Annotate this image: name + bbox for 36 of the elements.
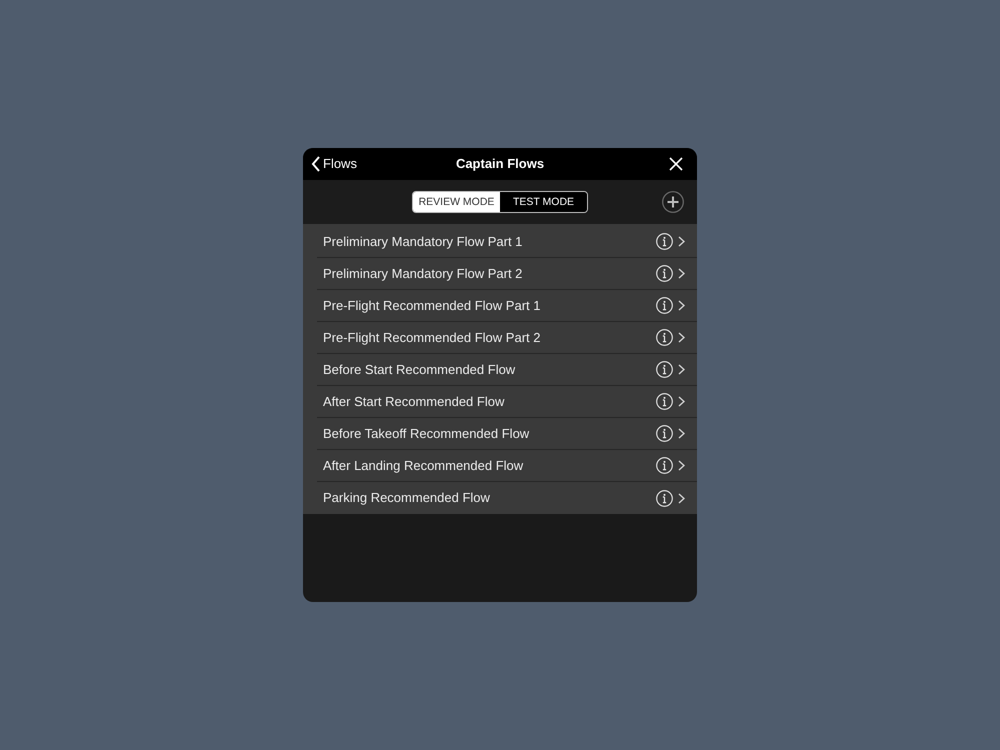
info-icon[interactable] (656, 329, 673, 346)
chevron-right-icon (678, 236, 685, 247)
info-icon[interactable] (656, 361, 673, 378)
flow-list-item[interactable]: Preliminary Mandatory Flow Part 1 (317, 226, 697, 258)
dialog-title: Captain Flows (456, 155, 544, 174)
flow-list-item[interactable]: Pre-Flight Recommended Flow Part 1 (317, 290, 697, 322)
flow-list-item[interactable]: Pre-Flight Recommended Flow Part 2 (317, 322, 697, 354)
chevron-right-icon (678, 300, 685, 311)
info-icon[interactable] (656, 393, 673, 410)
info-icon[interactable] (656, 297, 673, 314)
close-icon (669, 157, 683, 171)
mode-tab[interactable]: REVIEW MODE (413, 192, 500, 212)
flow-list-item[interactable]: After Landing Recommended Flow (317, 450, 697, 482)
flow-list-item[interactable]: Before Takeoff Recommended Flow (317, 418, 697, 450)
back-button[interactable]: Flows (311, 154, 357, 174)
chevron-right-icon (678, 268, 685, 279)
flow-list-item[interactable]: Before Start Recommended Flow (317, 354, 697, 386)
add-button[interactable] (662, 191, 684, 213)
info-icon[interactable] (656, 265, 673, 282)
chevron-right-icon (678, 332, 685, 343)
plus-icon (662, 191, 684, 213)
flow-list-item[interactable]: Parking Recommended Flow (317, 482, 697, 514)
chevron-right-icon (678, 364, 685, 375)
close-button[interactable] (669, 157, 683, 171)
chevron-right-icon (678, 396, 685, 407)
info-icon[interactable] (656, 457, 673, 474)
flow-list-item[interactable]: After Start Recommended Flow (317, 386, 697, 418)
mode-tab[interactable]: TEST MODE (500, 192, 587, 212)
info-icon[interactable] (656, 490, 673, 506)
back-chevron-icon (311, 156, 321, 172)
flow-list-item[interactable]: Preliminary Mandatory Flow Part 2 (317, 258, 697, 290)
info-icon[interactable] (656, 233, 673, 250)
chevron-right-icon (678, 492, 685, 504)
chevron-right-icon (678, 460, 685, 471)
chevron-right-icon (678, 428, 685, 439)
info-icon[interactable] (656, 425, 673, 442)
